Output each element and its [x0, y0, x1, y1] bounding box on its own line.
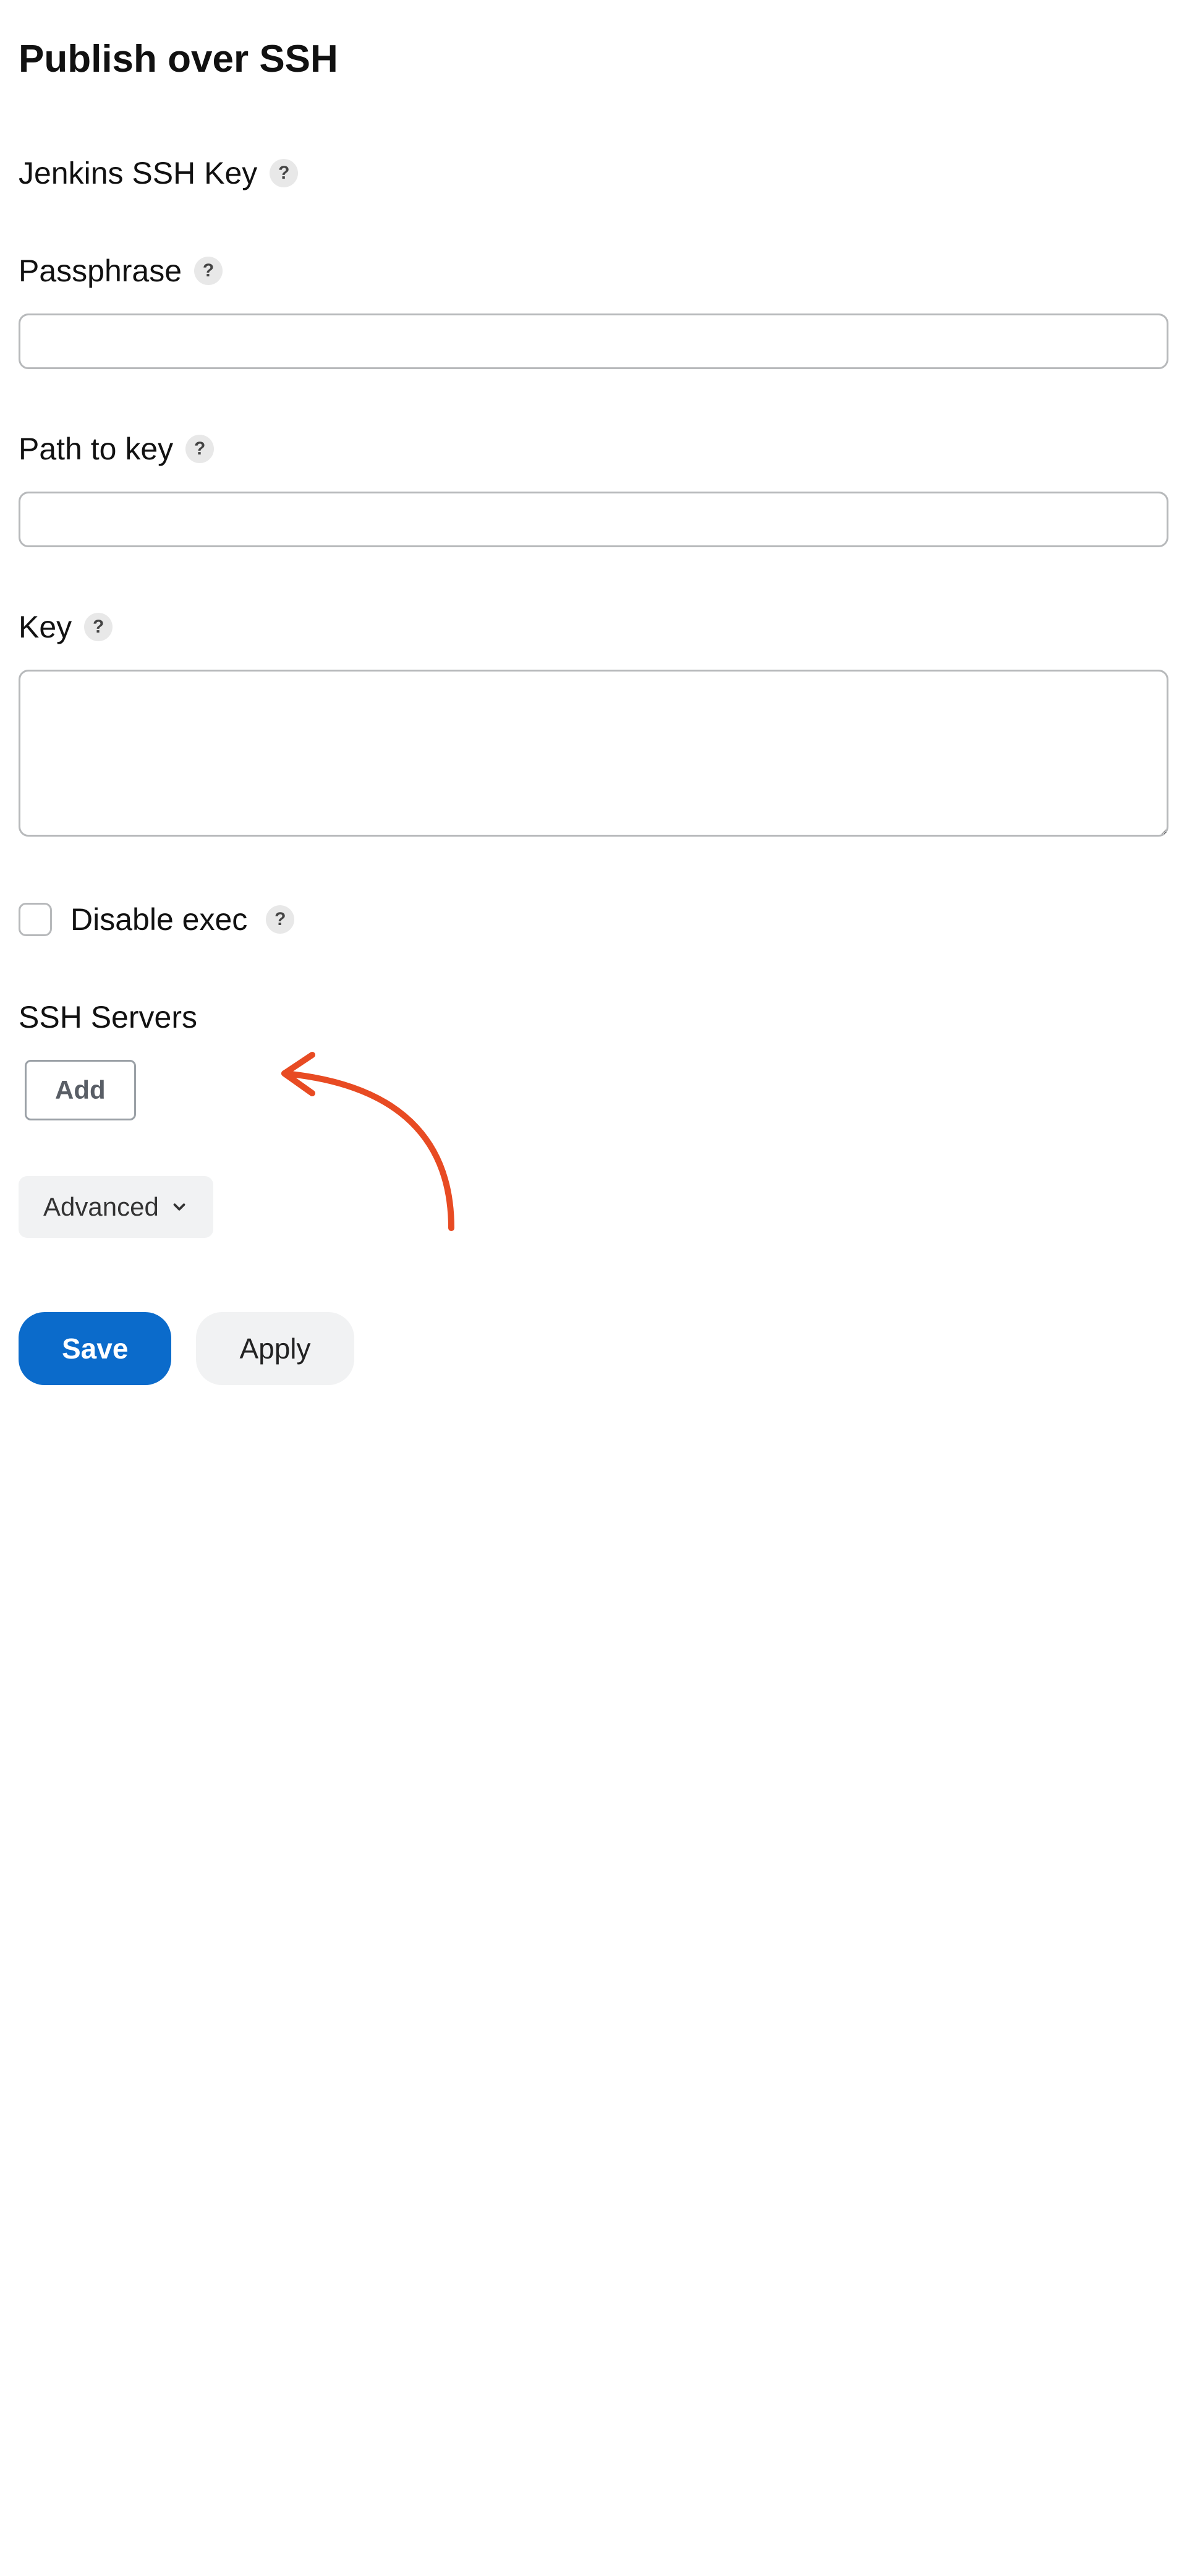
- help-icon[interactable]: ?: [84, 613, 113, 641]
- disable-exec-checkbox[interactable]: [19, 903, 52, 936]
- advanced-toggle-button[interactable]: Advanced: [19, 1176, 213, 1238]
- key-textarea[interactable]: [19, 670, 1168, 837]
- help-icon[interactable]: ?: [270, 159, 298, 187]
- disable-exec-label: Disable exec: [70, 902, 247, 937]
- advanced-label: Advanced: [43, 1192, 159, 1222]
- save-button[interactable]: Save: [19, 1312, 171, 1385]
- passphrase-label: Passphrase: [19, 253, 182, 289]
- passphrase-input[interactable]: [19, 313, 1168, 369]
- ssh-servers-label: SSH Servers: [19, 999, 1168, 1035]
- chevron-down-icon: [170, 1198, 189, 1216]
- path-to-key-input[interactable]: [19, 492, 1168, 547]
- ssh-servers-section: SSH Servers Add Advanced: [19, 999, 1168, 1238]
- add-ssh-server-button[interactable]: Add: [25, 1060, 136, 1120]
- jenkins-ssh-key-label: Jenkins SSH Key: [19, 155, 257, 191]
- help-icon[interactable]: ?: [266, 905, 294, 934]
- apply-button[interactable]: Apply: [196, 1312, 354, 1385]
- path-to-key-field: Path to key ?: [19, 431, 1168, 547]
- passphrase-field: Passphrase ?: [19, 253, 1168, 369]
- disable-exec-row: Disable exec ?: [19, 902, 1168, 937]
- key-label: Key: [19, 609, 72, 645]
- jenkins-ssh-key-heading-row: Jenkins SSH Key ?: [19, 155, 1168, 191]
- help-icon[interactable]: ?: [185, 435, 214, 463]
- help-icon[interactable]: ?: [194, 257, 223, 285]
- section-title: Publish over SSH: [19, 37, 1168, 81]
- footer-buttons: Save Apply: [19, 1312, 1168, 1385]
- key-field: Key ?: [19, 609, 1168, 840]
- path-to-key-label: Path to key: [19, 431, 173, 467]
